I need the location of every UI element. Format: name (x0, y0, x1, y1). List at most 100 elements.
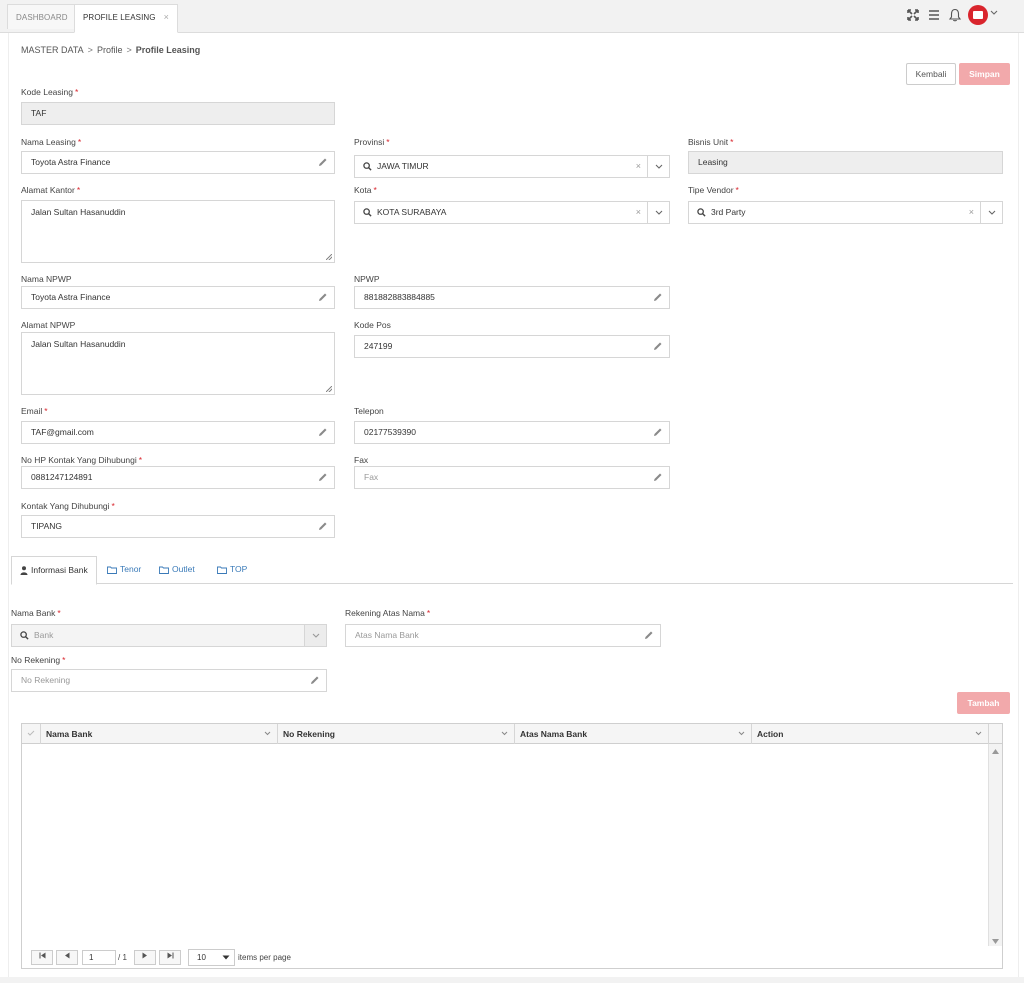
chevron-down-icon[interactable] (990, 10, 998, 16)
no-rekening-label: No Rekening * (11, 655, 65, 665)
menu-icon[interactable] (926, 7, 942, 23)
provinsi-label-text: Provinsi (354, 137, 385, 147)
email-value: TAF@gmail.com (31, 427, 94, 437)
column-nama-bank[interactable]: Nama Bank (40, 724, 277, 744)
no-rekening-placeholder: No Rekening (21, 675, 71, 685)
rekening-atas-nama-input[interactable]: Atas Nama Bank (345, 624, 661, 647)
column-menu-icon[interactable] (975, 724, 982, 744)
next-page-button[interactable] (134, 950, 156, 965)
items-per-page-label: items per page (238, 953, 291, 962)
kontak-label-text: Kontak Yang Dihubungi (21, 501, 110, 511)
resize-grip-icon[interactable] (326, 254, 332, 260)
rekening-atas-nama-label-text: Rekening Atas Nama (345, 608, 425, 618)
required-mark: * (735, 185, 739, 195)
tab-informasi-bank[interactable]: Informasi Bank (11, 556, 97, 585)
tab-profile-leasing[interactable]: PROFILE LEASING × (74, 4, 178, 33)
select-all-checkbox[interactable] (22, 724, 40, 744)
close-icon[interactable]: × (164, 12, 169, 22)
scroll-down-icon[interactable] (992, 939, 999, 944)
save-button[interactable]: Simpan (959, 63, 1010, 85)
pencil-icon (319, 473, 327, 481)
column-menu-icon[interactable] (738, 724, 745, 744)
clear-icon[interactable]: × (636, 202, 641, 223)
nama-leasing-input[interactable]: Toyota Astra Finance (21, 151, 335, 174)
clear-icon[interactable]: × (636, 156, 641, 177)
grid-header: Nama Bank No Rekening Atas Nama Bank Act… (22, 724, 1002, 744)
rekening-atas-nama-label: Rekening Atas Nama * (345, 608, 430, 618)
first-page-button[interactable] (31, 950, 53, 965)
breadcrumb: MASTER DATA > Profile > Profile Leasing (21, 45, 200, 55)
nama-npwp-label: Nama NPWP (21, 274, 72, 284)
search-icon (697, 208, 706, 217)
user-icon (20, 566, 28, 575)
nama-bank-placeholder: Bank (34, 630, 54, 640)
fax-label: Fax (354, 455, 368, 465)
tab-dashboard[interactable]: DASHBOARD (7, 4, 77, 29)
back-button[interactable]: Kembali (906, 63, 956, 85)
dropdown-toggle[interactable] (304, 625, 326, 646)
dropdown-toggle[interactable] (647, 202, 669, 223)
breadcrumb-separator: > (126, 45, 132, 55)
nama-npwp-input[interactable]: Toyota Astra Finance (21, 286, 335, 309)
page-number-input[interactable]: 1 (82, 950, 116, 965)
tab-tenor[interactable]: Tenor (99, 556, 149, 584)
resize-grip-icon[interactable] (326, 386, 332, 392)
no-rekening-input[interactable]: No Rekening (11, 669, 327, 692)
tipe-vendor-select[interactable]: 3rd Party × (688, 201, 1003, 224)
kota-select[interactable]: KOTA SURABAYA × (354, 201, 670, 224)
column-menu-icon[interactable] (264, 724, 271, 744)
chevron-down-icon (222, 955, 230, 960)
page-size-value: 10 (197, 953, 206, 962)
provinsi-label: Provinsi * (354, 137, 390, 147)
alamat-npwp-textarea[interactable]: Jalan Sultan Hasanuddin (21, 332, 335, 395)
alamat-kantor-textarea[interactable]: Jalan Sultan Hasanuddin (21, 200, 335, 263)
vertical-scrollbar[interactable] (988, 744, 1002, 947)
dropdown-toggle[interactable] (647, 156, 669, 177)
kontak-input[interactable]: TIPANG (21, 515, 335, 538)
column-no-rekening[interactable]: No Rekening (277, 724, 514, 744)
telepon-input[interactable]: 02177539390 (354, 421, 670, 444)
breadcrumb-profile[interactable]: Profile (97, 45, 123, 55)
prev-page-button[interactable] (56, 950, 78, 965)
clear-icon[interactable]: × (969, 202, 974, 223)
no-hp-label-text: No HP Kontak Yang Dihubungi (21, 455, 137, 465)
kode-leasing-label-text: Kode Leasing (21, 87, 73, 97)
chevron-down-icon (655, 210, 662, 215)
tab-outlet[interactable]: Outlet (151, 556, 203, 584)
provinsi-select[interactable]: JAWA TIMUR × (354, 155, 670, 178)
page-size-select[interactable]: 10 (188, 949, 235, 966)
tab-top[interactable]: TOP (209, 556, 255, 584)
kontak-label: Kontak Yang Dihubungi * (21, 501, 115, 511)
tab-top-label: TOP (230, 564, 248, 574)
required-mark: * (138, 455, 143, 465)
fullscreen-icon[interactable] (905, 7, 921, 23)
chevron-down-icon (738, 731, 745, 736)
bank-grid: Nama Bank No Rekening Atas Nama Bank Act… (21, 723, 1003, 969)
add-bank-button[interactable]: Tambah (957, 692, 1010, 714)
pencil-icon (654, 342, 662, 350)
fax-input[interactable]: Fax (354, 466, 670, 489)
page-bottom-strip (0, 977, 1024, 983)
email-input[interactable]: TAF@gmail.com (21, 421, 335, 444)
no-hp-input[interactable]: 0881247124891 (21, 466, 335, 489)
required-mark: * (730, 137, 734, 147)
bell-icon[interactable] (947, 7, 963, 23)
bisnis-unit-field: Leasing (688, 151, 1003, 174)
column-atas-nama-bank[interactable]: Atas Nama Bank (514, 724, 751, 744)
last-page-button[interactable] (159, 950, 181, 965)
detail-tabs: Informasi Bank Tenor Outlet TOP (11, 556, 1013, 585)
provinsi-value: JAWA TIMUR (377, 161, 429, 171)
npwp-input[interactable]: 881882883884885 (354, 286, 670, 309)
pencil-icon (319, 158, 327, 166)
avatar[interactable] (968, 5, 988, 25)
column-nama-bank-label: Nama Bank (46, 729, 93, 739)
scroll-up-icon[interactable] (992, 749, 999, 754)
column-menu-icon[interactable] (501, 724, 508, 744)
column-action[interactable]: Action (751, 724, 988, 744)
dropdown-toggle[interactable] (980, 202, 1002, 223)
pencil-icon (654, 473, 662, 481)
bisnis-unit-label: Bisnis Unit * (688, 137, 733, 147)
breadcrumb-master-data[interactable]: MASTER DATA (21, 45, 84, 55)
kode-pos-input[interactable]: 247199 (354, 335, 670, 358)
nama-bank-select[interactable]: Bank (11, 624, 327, 647)
